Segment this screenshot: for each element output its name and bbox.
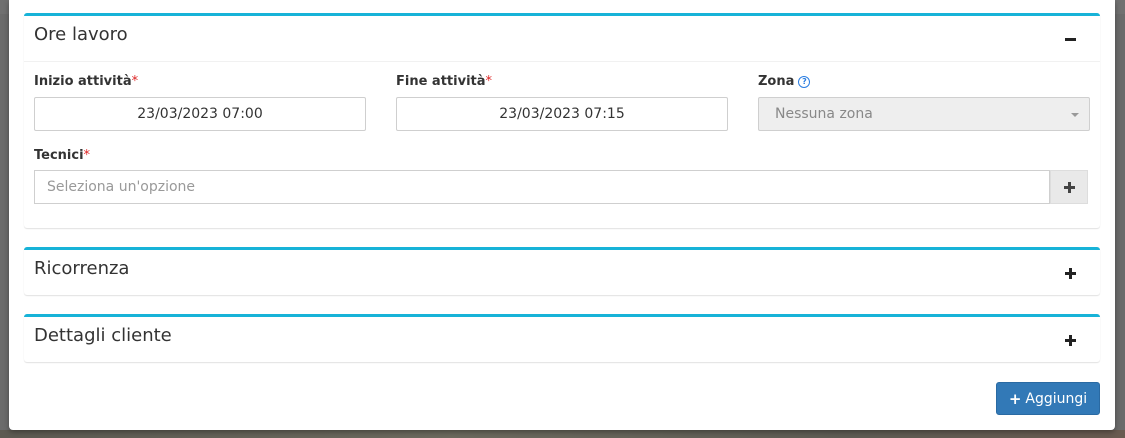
plus-icon-vertical [1068, 334, 1072, 346]
tecnici-label: Tecnici* [34, 148, 90, 163]
box-body: Inizio attività* 23/03/2023 07:00 Fine a… [24, 62, 1100, 228]
inizio-attivita-input[interactable]: 23/03/2023 07:00 [34, 97, 366, 131]
box-title: Dettagli cliente [34, 325, 172, 346]
fine-label-text: Fine attività [396, 74, 486, 89]
box-title: Ore lavoro [34, 24, 128, 45]
box-header: Dettagli cliente [24, 317, 1100, 362]
zona-label: Zona? [758, 74, 811, 89]
fine-value: 23/03/2023 07:15 [499, 106, 625, 122]
tecnici-select[interactable]: Seleziona un'opzione [34, 170, 1050, 204]
aggiungi-label: Aggiungi [1025, 390, 1088, 407]
inizio-value: 23/03/2023 07:00 [137, 106, 263, 122]
zona-value: Nessuna zona [775, 106, 873, 122]
zona-select[interactable]: Nessuna zona [758, 97, 1090, 131]
box-title: Ricorrenza [34, 258, 130, 279]
plus-icon-vertical [1068, 267, 1072, 279]
expand-button[interactable] [1058, 328, 1082, 352]
collapse-button[interactable] [1058, 27, 1082, 51]
ricorrenza-box: Ricorrenza [24, 247, 1100, 295]
aggiungi-button[interactable]: + Aggiungi [996, 382, 1100, 415]
backdrop-bottom [0, 430, 1125, 438]
box-header: Ore lavoro [24, 16, 1100, 62]
zona-label-text: Zona [758, 74, 795, 89]
help-icon[interactable]: ? [798, 76, 811, 88]
required-mark: * [485, 74, 493, 89]
inizio-label-text: Inizio attività [34, 74, 132, 89]
box-header: Ricorrenza [24, 250, 1100, 295]
required-mark: * [131, 74, 139, 89]
ore-lavoro-box: Ore lavoro Inizio attività* 23/03/2023 0… [24, 13, 1100, 228]
plus-icon: + [1008, 389, 1022, 408]
fine-label: Fine attività* [396, 74, 492, 89]
inizio-label: Inizio attività* [34, 74, 138, 89]
minus-icon [1064, 37, 1076, 41]
modal-dialog: Ore lavoro Inizio attività* 23/03/2023 0… [9, 0, 1115, 430]
expand-button[interactable] [1058, 261, 1082, 285]
add-tecnico-button[interactable] [1050, 170, 1088, 204]
chevron-down-icon [1071, 113, 1079, 117]
tecnici-placeholder: Seleziona un'opzione [47, 179, 196, 195]
dettagli-cliente-box: Dettagli cliente [24, 314, 1100, 362]
fine-attivita-input[interactable]: 23/03/2023 07:15 [396, 97, 728, 131]
plus-icon-vertical [1067, 181, 1071, 193]
required-mark: * [83, 148, 91, 163]
tecnici-label-text: Tecnici [34, 148, 84, 163]
